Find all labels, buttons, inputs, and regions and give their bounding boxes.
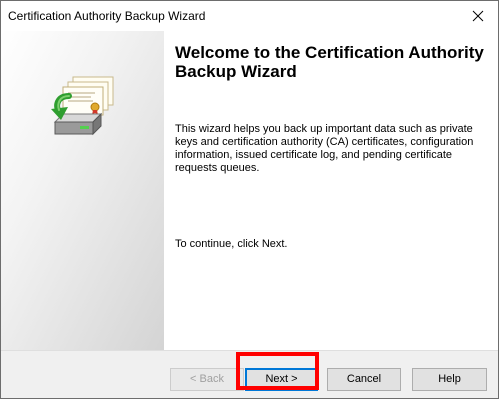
title-bar: Certification Authority Backup Wizard xyxy=(1,1,498,31)
close-icon xyxy=(472,10,484,22)
close-button[interactable] xyxy=(458,1,498,31)
window-title: Certification Authority Backup Wizard xyxy=(8,9,206,23)
wizard-heading: Welcome to the Certification Authority B… xyxy=(175,43,484,81)
next-button[interactable]: Next > xyxy=(245,368,318,391)
help-button[interactable]: Help xyxy=(412,368,487,391)
wizard-window: Certification Authority Backup Wizard We… xyxy=(0,0,499,399)
button-bar: < Back Next > Cancel Help xyxy=(1,350,498,398)
cancel-button[interactable]: Cancel xyxy=(327,368,401,391)
back-button[interactable]: < Back xyxy=(170,368,244,391)
certificate-backup-icon xyxy=(51,76,114,136)
continue-instruction: To continue, click Next. xyxy=(175,238,288,250)
wizard-description: This wizard helps you back up important … xyxy=(175,123,474,174)
wizard-content: Welcome to the Certification Authority B… xyxy=(164,31,498,350)
wizard-side-panel xyxy=(1,31,164,350)
